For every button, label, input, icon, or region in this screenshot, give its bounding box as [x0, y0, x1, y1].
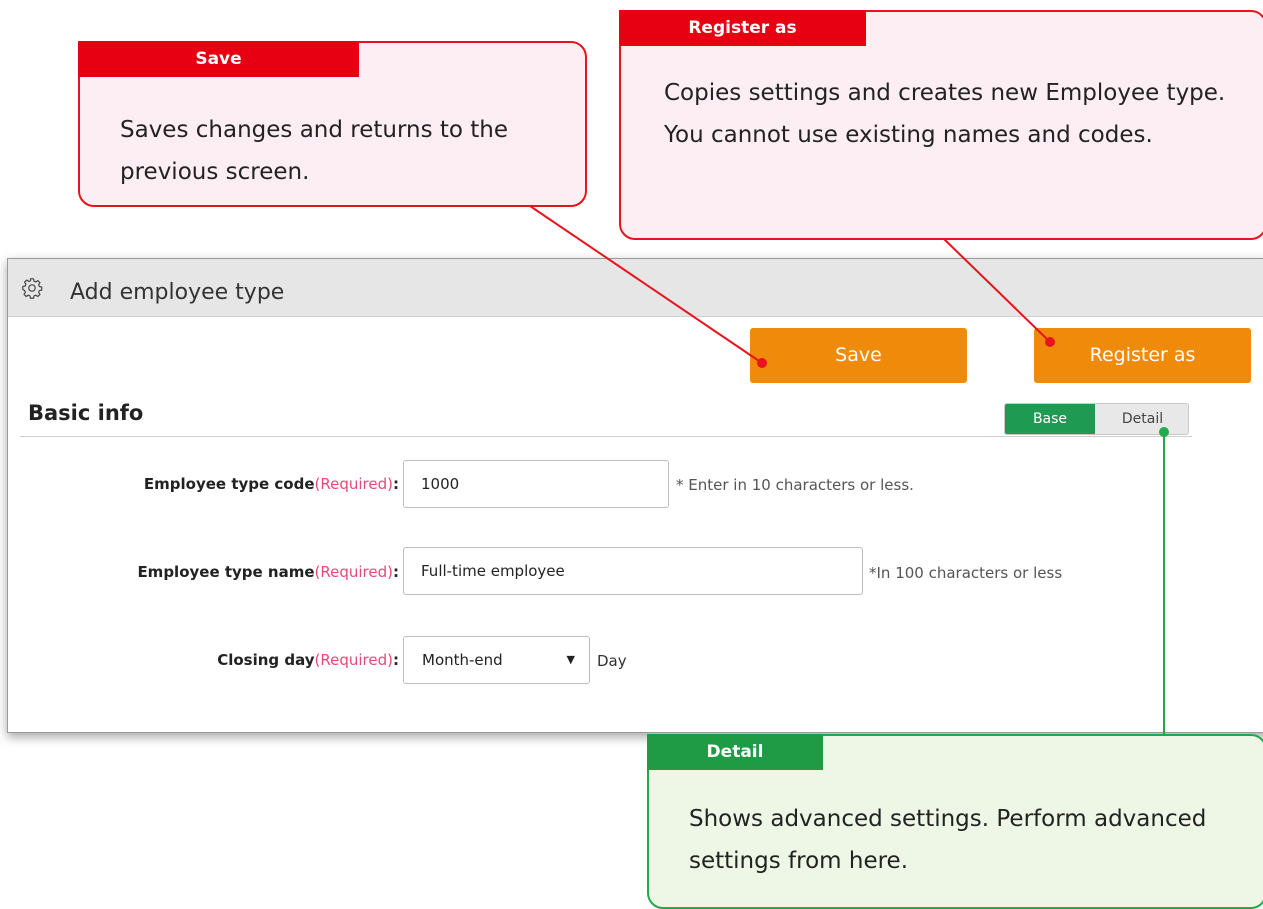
name-required-mark: (Required) — [314, 563, 393, 581]
tab-base[interactable]: Base — [1005, 404, 1095, 434]
employee-type-name-label: Employee type name(Required): — [137, 563, 399, 581]
closing-day-suffix: Day — [597, 652, 627, 670]
view-toggle: Base Detail — [1004, 403, 1189, 435]
name-label-colon: : — [393, 563, 399, 581]
code-label-colon: : — [393, 475, 399, 493]
name-label-text: Employee type name — [137, 563, 315, 581]
closing-label-text: Closing day — [217, 651, 315, 669]
gear-icon — [22, 278, 43, 299]
detail-callout-text: Shows advanced settings. Perform advance… — [689, 806, 1207, 874]
closing-day-value: Month-end — [422, 651, 503, 669]
section-divider — [20, 436, 1192, 437]
register-as-callout: Register as Copies settings and creates … — [619, 10, 1263, 240]
save-callout-tag: Save — [78, 41, 359, 77]
closing-label-colon: : — [393, 651, 399, 669]
title-bar: Add employee type — [8, 259, 1263, 317]
employee-type-name-hint: *In 100 characters or less — [869, 564, 1063, 582]
save-callout-text: Saves changes and returns to the previou… — [120, 117, 509, 185]
save-callout: Save Saves changes and returns to the pr… — [78, 41, 587, 207]
employee-type-code-label: Employee type code(Required): — [144, 475, 399, 493]
closing-day-select[interactable]: Month-end ▼ — [403, 636, 590, 684]
closing-day-label: Closing day(Required): — [217, 651, 399, 669]
employee-type-name-input[interactable]: Full-time employee — [403, 547, 863, 595]
detail-callout-tag: Detail — [647, 734, 823, 770]
employee-type-code-hint: * Enter in 10 characters or less. — [676, 476, 914, 494]
register-as-callout-tag: Register as — [619, 10, 866, 46]
section-title: Basic info — [28, 401, 144, 425]
page-title: Add employee type — [70, 280, 285, 305]
register-as-button[interactable]: Register as — [1034, 328, 1251, 383]
detail-callout: Detail Shows advanced settings. Perform … — [647, 734, 1263, 909]
register-as-callout-text: Copies settings and creates new Employee… — [664, 80, 1226, 148]
tab-detail[interactable]: Detail — [1095, 404, 1188, 434]
code-label-text: Employee type code — [143, 475, 315, 493]
save-button[interactable]: Save — [750, 328, 967, 383]
add-employee-type-window: Add employee type Save Register as Basic… — [7, 258, 1263, 733]
code-required-mark: (Required) — [314, 475, 393, 493]
closing-required-mark: (Required) — [314, 651, 393, 669]
chevron-down-icon: ▼ — [566, 653, 575, 666]
employee-type-code-input[interactable]: 1000 — [403, 460, 669, 508]
